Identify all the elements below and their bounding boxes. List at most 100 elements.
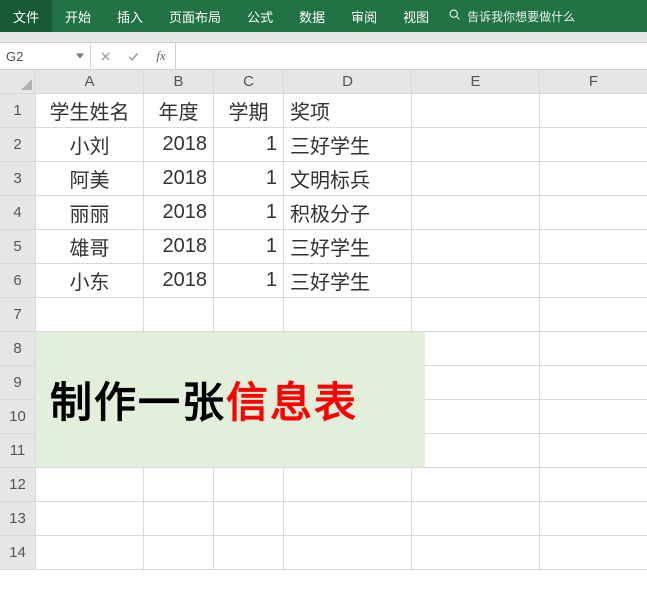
cell-E11[interactable]: [412, 434, 540, 468]
cell-D13[interactable]: [284, 502, 412, 536]
cell-D12[interactable]: [284, 468, 412, 502]
row-header-6[interactable]: 6: [0, 264, 36, 298]
cell-E9[interactable]: [412, 366, 540, 400]
spreadsheet-grid[interactable]: ABCDEF1学生姓名年度学期奖项2小刘20181三好学生3阿美20181文明标…: [0, 70, 647, 570]
cell-F13[interactable]: [540, 502, 647, 536]
cell-C7[interactable]: [214, 298, 284, 332]
row-header-2[interactable]: 2: [0, 128, 36, 162]
cell-D7[interactable]: [284, 298, 412, 332]
cell-A14[interactable]: [36, 536, 144, 570]
cell-A12[interactable]: [36, 468, 144, 502]
cell-C12[interactable]: [214, 468, 284, 502]
cell-C14[interactable]: [214, 536, 284, 570]
row-header-7[interactable]: 7: [0, 298, 36, 332]
row-header-3[interactable]: 3: [0, 162, 36, 196]
fx-button[interactable]: fx: [147, 43, 176, 69]
cell-D3[interactable]: 文明标兵: [284, 162, 412, 196]
cell-E4[interactable]: [412, 196, 540, 230]
cell-C2[interactable]: 1: [214, 128, 284, 162]
column-header-A[interactable]: A: [36, 70, 144, 94]
ribbon-tab-home[interactable]: 开始: [52, 0, 104, 32]
row-header-4[interactable]: 4: [0, 196, 36, 230]
cell-E8[interactable]: [412, 332, 540, 366]
row-header-10[interactable]: 10: [0, 400, 36, 434]
cell-A1[interactable]: 学生姓名: [36, 94, 144, 128]
cell-E1[interactable]: [412, 94, 540, 128]
ribbon-tab-insert[interactable]: 插入: [104, 0, 156, 32]
row-header-13[interactable]: 13: [0, 502, 36, 536]
cell-F2[interactable]: [540, 128, 647, 162]
ribbon-tab-file[interactable]: 文件: [0, 0, 52, 32]
column-header-D[interactable]: D: [284, 70, 412, 94]
cell-E14[interactable]: [412, 536, 540, 570]
ribbon-tab-data[interactable]: 数据: [286, 0, 338, 32]
ribbon-tab-view[interactable]: 视图: [390, 0, 442, 32]
cell-B14[interactable]: [144, 536, 214, 570]
cell-F1[interactable]: [540, 94, 647, 128]
column-header-C[interactable]: C: [214, 70, 284, 94]
cell-B1[interactable]: 年度: [144, 94, 214, 128]
formula-input[interactable]: [176, 43, 647, 69]
cell-F5[interactable]: [540, 230, 647, 264]
cell-E7[interactable]: [412, 298, 540, 332]
column-header-E[interactable]: E: [412, 70, 540, 94]
tell-me-search[interactable]: 告诉我你想要做什么: [448, 8, 575, 25]
cell-B6[interactable]: 2018: [144, 264, 214, 298]
row-header-12[interactable]: 12: [0, 468, 36, 502]
cell-B2[interactable]: 2018: [144, 128, 214, 162]
cell-A6[interactable]: 小东: [36, 264, 144, 298]
banner-merged-cell[interactable]: 制作一张信息表: [36, 332, 425, 467]
cell-F6[interactable]: [540, 264, 647, 298]
cell-D5[interactable]: 三好学生: [284, 230, 412, 264]
select-all-corner[interactable]: [0, 70, 36, 94]
cell-D4[interactable]: 积极分子: [284, 196, 412, 230]
cell-F9[interactable]: [540, 366, 647, 400]
cell-A5[interactable]: 雄哥: [36, 230, 144, 264]
ribbon-tab-formulas[interactable]: 公式: [234, 0, 286, 32]
cell-F12[interactable]: [540, 468, 647, 502]
cancel-button[interactable]: [91, 43, 119, 69]
row-header-9[interactable]: 9: [0, 366, 36, 400]
cell-B13[interactable]: [144, 502, 214, 536]
cell-A4[interactable]: 丽丽: [36, 196, 144, 230]
row-header-1[interactable]: 1: [0, 94, 36, 128]
cell-C4[interactable]: 1: [214, 196, 284, 230]
cell-E12[interactable]: [412, 468, 540, 502]
cell-F7[interactable]: [540, 298, 647, 332]
ribbon-tab-pagelayout[interactable]: 页面布局: [156, 0, 234, 32]
cell-B5[interactable]: 2018: [144, 230, 214, 264]
cell-A7[interactable]: [36, 298, 144, 332]
column-header-F[interactable]: F: [540, 70, 647, 94]
cell-C6[interactable]: 1: [214, 264, 284, 298]
cell-F3[interactable]: [540, 162, 647, 196]
cell-B12[interactable]: [144, 468, 214, 502]
cell-B4[interactable]: 2018: [144, 196, 214, 230]
cell-C5[interactable]: 1: [214, 230, 284, 264]
cell-D6[interactable]: 三好学生: [284, 264, 412, 298]
enter-button[interactable]: [119, 43, 147, 69]
cell-A3[interactable]: 阿美: [36, 162, 144, 196]
cell-B3[interactable]: 2018: [144, 162, 214, 196]
cell-B7[interactable]: [144, 298, 214, 332]
cell-F14[interactable]: [540, 536, 647, 570]
cell-E13[interactable]: [412, 502, 540, 536]
cell-F4[interactable]: [540, 196, 647, 230]
cell-E10[interactable]: [412, 400, 540, 434]
row-header-11[interactable]: 11: [0, 434, 36, 468]
cell-D2[interactable]: 三好学生: [284, 128, 412, 162]
ribbon-tab-review[interactable]: 审阅: [338, 0, 390, 32]
cell-A13[interactable]: [36, 502, 144, 536]
cell-F8[interactable]: [540, 332, 647, 366]
cell-E3[interactable]: [412, 162, 540, 196]
cell-C3[interactable]: 1: [214, 162, 284, 196]
cell-E6[interactable]: [412, 264, 540, 298]
row-header-14[interactable]: 14: [0, 536, 36, 570]
name-box[interactable]: G2: [0, 43, 91, 69]
row-header-8[interactable]: 8: [0, 332, 36, 366]
column-header-B[interactable]: B: [144, 70, 214, 94]
cell-D1[interactable]: 奖项: [284, 94, 412, 128]
row-header-5[interactable]: 5: [0, 230, 36, 264]
cell-E5[interactable]: [412, 230, 540, 264]
cell-A2[interactable]: 小刘: [36, 128, 144, 162]
cell-C13[interactable]: [214, 502, 284, 536]
